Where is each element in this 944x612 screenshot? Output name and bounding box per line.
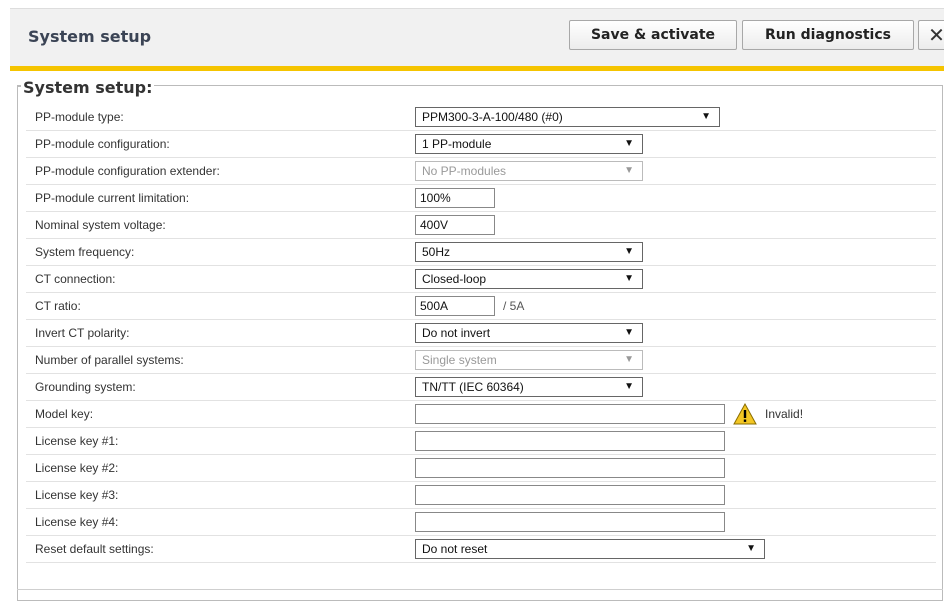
row-ct-connection: CT connection: Closed-loop ▼ [26, 266, 936, 293]
row-grounding-system: Grounding system: TN/TT (IEC 60364) ▼ [26, 374, 936, 401]
row-parallel-systems: Number of parallel systems: Single syste… [26, 347, 936, 374]
dropdown-arrow-icon: ▼ [624, 327, 634, 338]
row-license-key-2: License key #2: [26, 455, 936, 482]
title-bar: System setup Save & activate Run diagnos… [10, 8, 944, 67]
system-frequency-select[interactable]: 50Hz ▼ [415, 242, 643, 262]
pp-module-type-select[interactable]: PPM300-3-A-100/480 (#0) ▼ [415, 107, 720, 127]
license-key-1-input[interactable] [415, 431, 725, 451]
model-key-label: Model key: [35, 407, 94, 421]
row-system-frequency: System frequency: 50Hz ▼ [26, 239, 936, 266]
row-pp-module-config-ext: PP-module configuration extender: No PP-… [26, 158, 936, 185]
nominal-voltage-input[interactable]: 400V [415, 215, 495, 235]
model-key-input[interactable] [415, 404, 725, 424]
reset-defaults-select[interactable]: Do not reset ▼ [415, 539, 765, 559]
row-license-key-1: License key #1: [26, 428, 936, 455]
ct-ratio-label: CT ratio: [35, 299, 81, 313]
pp-module-config-label: PP-module configuration: [35, 137, 170, 151]
ct-connection-label: CT connection: [35, 272, 116, 286]
dropdown-arrow-icon: ▼ [624, 165, 634, 176]
ct-connection-select[interactable]: Closed-loop ▼ [415, 269, 643, 289]
row-license-key-4: License key #4: [26, 509, 936, 536]
row-current-limitation: PP-module current limitation: 100% [26, 185, 936, 212]
pp-module-type-label: PP-module type: [35, 110, 124, 124]
reset-defaults-label: Reset default settings: [35, 542, 154, 556]
dropdown-arrow-icon: ▼ [746, 543, 756, 554]
close-icon[interactable]: ✕ [918, 20, 944, 50]
pp-module-config-ext-select: No PP-modules ▼ [415, 161, 643, 181]
license-key-4-input[interactable] [415, 512, 725, 532]
system-frequency-value: 50Hz [422, 245, 451, 259]
row-pp-module-config: PP-module configuration: 1 PP-module ▼ [26, 131, 936, 158]
page-title: System setup [28, 27, 152, 46]
accent-bar [10, 66, 944, 71]
current-limitation-label: PP-module current limitation: [35, 191, 190, 205]
grounding-system-select[interactable]: TN/TT (IEC 60364) ▼ [415, 377, 643, 397]
ct-ratio-suffix: / 5A [503, 299, 525, 313]
row-ct-ratio: CT ratio: 500A / 5A [26, 293, 936, 320]
run-diagnostics-button[interactable]: Run diagnostics [742, 20, 914, 50]
pp-module-config-select[interactable]: 1 PP-module ▼ [415, 134, 643, 154]
row-reset-defaults: Reset default settings: Do not reset ▼ [26, 536, 936, 563]
license-key-2-label: License key #2: [35, 461, 119, 475]
grounding-system-value: TN/TT (IEC 60364) [422, 380, 524, 394]
license-key-3-label: License key #3: [35, 488, 119, 502]
model-key-status: Invalid! [765, 407, 804, 421]
current-limitation-input[interactable]: 100% [415, 188, 495, 208]
invert-ct-polarity-select[interactable]: Do not invert ▼ [415, 323, 643, 343]
grounding-system-label: Grounding system: [35, 380, 136, 394]
invert-ct-polarity-label: Invert CT polarity: [35, 326, 130, 340]
row-license-key-3: License key #3: [26, 482, 936, 509]
row-nominal-voltage: Nominal system voltage: 400V [26, 212, 936, 239]
license-key-3-input[interactable] [415, 485, 725, 505]
row-model-key: Model key: Invalid! [26, 401, 936, 428]
save-activate-button[interactable]: Save & activate [569, 20, 737, 50]
license-key-4-label: License key #4: [35, 515, 119, 529]
pp-module-config-value: 1 PP-module [422, 137, 492, 151]
dropdown-arrow-icon: ▼ [701, 111, 711, 122]
license-key-1-label: License key #1: [35, 434, 119, 448]
section-legend: System setup: [21, 78, 155, 97]
parallel-systems-label: Number of parallel systems: [35, 353, 184, 367]
parallel-systems-select: Single system ▼ [415, 350, 643, 370]
panel-footer-line [17, 589, 943, 590]
row-invert-ct-polarity: Invert CT polarity: Do not invert ▼ [26, 320, 936, 347]
pp-module-config-ext-label: PP-module configuration extender: [35, 164, 220, 178]
pp-module-config-ext-value: No PP-modules [422, 164, 507, 178]
dropdown-arrow-icon: ▼ [624, 138, 634, 149]
dropdown-arrow-icon: ▼ [624, 381, 634, 392]
nominal-voltage-label: Nominal system voltage: [35, 218, 166, 232]
row-pp-module-type: PP-module type: PPM300-3-A-100/480 (#0) … [26, 104, 936, 131]
dropdown-arrow-icon: ▼ [624, 246, 634, 257]
dropdown-arrow-icon: ▼ [624, 273, 634, 284]
pp-module-type-value: PPM300-3-A-100/480 (#0) [422, 110, 563, 124]
ct-connection-value: Closed-loop [422, 272, 487, 286]
dropdown-arrow-icon: ▼ [624, 354, 634, 365]
invert-ct-polarity-value: Do not invert [422, 326, 491, 340]
warning-icon [733, 403, 757, 425]
license-key-2-input[interactable] [415, 458, 725, 478]
ct-ratio-input[interactable]: 500A [415, 296, 495, 316]
parallel-systems-value: Single system [422, 353, 497, 367]
reset-defaults-value: Do not reset [422, 542, 488, 556]
system-frequency-label: System frequency: [35, 245, 135, 259]
